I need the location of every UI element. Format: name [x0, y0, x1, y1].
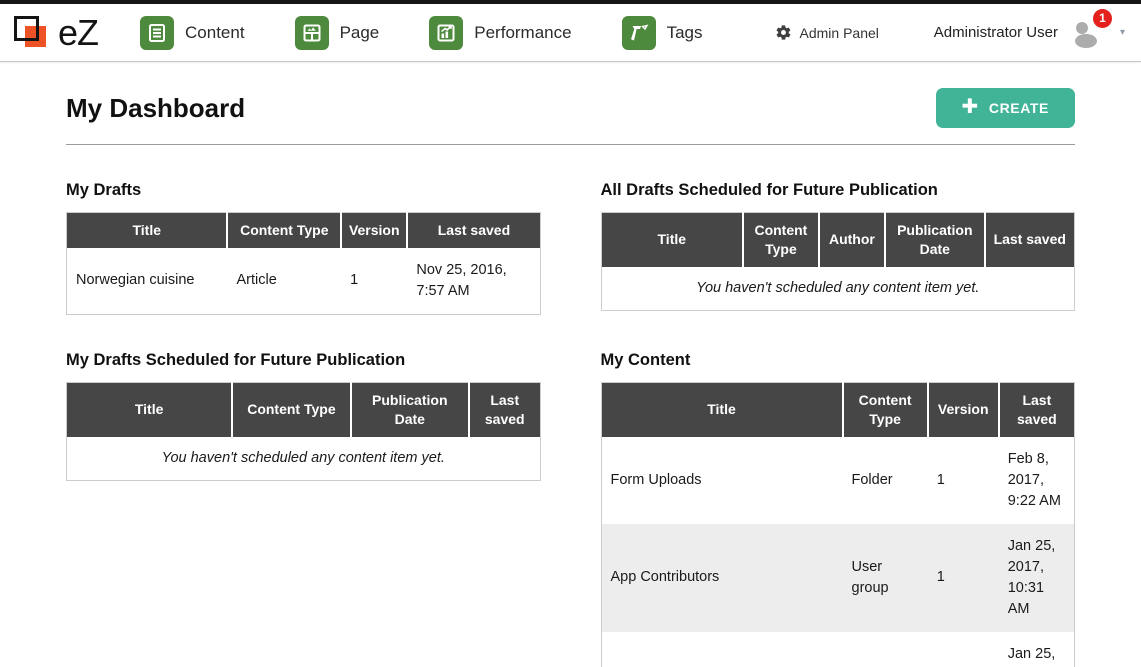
performance-icon [429, 16, 463, 50]
column-header: Version [341, 213, 407, 248]
main-nav: Content Page Performance Tags [140, 16, 703, 50]
nav-label-page: Page [340, 23, 380, 43]
column-header: Version [928, 382, 999, 436]
my-drafts-scheduled-title: My Drafts Scheduled for Future Publicati… [66, 351, 541, 370]
dashboard-grid: My Drafts TitleContent TypeVersionLast s… [66, 181, 1075, 667]
table-header-row: TitleContent TypeAuthorPublication DateL… [601, 213, 1075, 267]
ez-logo-icon [12, 13, 54, 53]
column-header: Last saved [985, 213, 1075, 267]
my-content-section: My Content TitleContent TypeVersionLast … [601, 351, 1076, 667]
nav-item-performance[interactable]: Performance [429, 16, 571, 50]
create-button-label: CREATE [989, 100, 1049, 116]
gear-icon [775, 24, 792, 41]
table-cell: Form Uploads [601, 437, 843, 524]
page-icon [295, 16, 329, 50]
column-header: Content Type [743, 213, 819, 267]
column-header: Title [601, 213, 743, 267]
dashboard-page: My Dashboard ✚ CREATE My Drafts TitleCon… [0, 62, 1141, 667]
user-name: Administrator User [934, 24, 1058, 41]
nav-label-content: Content [185, 23, 245, 43]
table-cell: App Contributors [601, 524, 843, 632]
table-row[interactable]: Norwegian cuisineArticle1Nov 25, 2016, 7… [67, 248, 541, 315]
nav-label-tags: Tags [667, 23, 703, 43]
column-header: Title [67, 382, 233, 436]
admin-panel-link[interactable]: Admin Panel [775, 24, 879, 41]
table-cell: 1 [341, 248, 407, 315]
column-header: Title [601, 382, 843, 436]
my-drafts-table: TitleContent TypeVersionLast savedNorweg… [66, 212, 541, 315]
table-cell: Folder [843, 437, 928, 524]
empty-row: You haven't scheduled any content item y… [67, 437, 541, 481]
table-cell: Users [601, 632, 843, 667]
table-cell: Jan 25, 2017, 7:58 AM [999, 632, 1075, 667]
table-cell: 1 [928, 632, 999, 667]
table-cell: 1 [928, 524, 999, 632]
column-header: Content Type [232, 382, 350, 436]
plus-icon: ✚ [962, 97, 979, 117]
column-header: Author [819, 213, 885, 267]
empty-message: You haven't scheduled any content item y… [601, 267, 1075, 311]
table-row[interactable]: UsersFolder1Jan 25, 2017, 7:58 AM [601, 632, 1075, 667]
empty-message: You haven't scheduled any content item y… [67, 437, 541, 481]
column-header: Publication Date [351, 382, 469, 436]
content-icon [140, 16, 174, 50]
empty-row: You haven't scheduled any content item y… [601, 267, 1075, 311]
title-row: My Dashboard ✚ CREATE [66, 88, 1075, 145]
table-cell: Feb 8, 2017, 9:22 AM [999, 437, 1075, 524]
table-row[interactable]: Form UploadsFolder1Feb 8, 2017, 9:22 AM [601, 437, 1075, 524]
table-row[interactable]: App ContributorsUser group1Jan 25, 2017,… [601, 524, 1075, 632]
tags-icon [622, 16, 656, 50]
page-title: My Dashboard [66, 93, 245, 124]
nav-item-content[interactable]: Content [140, 16, 245, 50]
chevron-down-icon: ▾ [1120, 27, 1125, 38]
table-header-row: TitleContent TypeVersionLast saved [601, 382, 1075, 436]
my-drafts-scheduled-section: My Drafts Scheduled for Future Publicati… [66, 351, 541, 667]
table-cell: User group [843, 524, 928, 632]
table-header-row: TitleContent TypePublication DateLast sa… [67, 382, 541, 436]
table-cell: Article [227, 248, 341, 315]
column-header: Content Type [843, 382, 928, 436]
column-header: Last saved [999, 382, 1075, 436]
nav-label-performance: Performance [474, 23, 571, 43]
nav-item-page[interactable]: Page [295, 16, 380, 50]
app-header: eZ Content Page Performance Tags [0, 4, 1141, 62]
avatar: 1 [1070, 17, 1106, 49]
table-cell: 1 [928, 437, 999, 524]
my-content-table: TitleContent TypeVersionLast savedForm U… [601, 382, 1076, 667]
create-button[interactable]: ✚ CREATE [936, 88, 1075, 128]
ez-logo[interactable]: eZ [12, 13, 98, 53]
user-menu[interactable]: Administrator User 1 ▾ [934, 17, 1125, 49]
all-drafts-scheduled-table: TitleContent TypeAuthorPublication DateL… [601, 212, 1076, 311]
my-drafts-title: My Drafts [66, 181, 541, 200]
my-content-title: My Content [601, 351, 1076, 370]
my-drafts-section: My Drafts TitleContent TypeVersionLast s… [66, 181, 541, 315]
table-cell: Norwegian cuisine [67, 248, 228, 315]
table-cell: Folder [843, 632, 928, 667]
table-header-row: TitleContent TypeVersionLast saved [67, 213, 541, 248]
my-drafts-scheduled-table: TitleContent TypePublication DateLast sa… [66, 382, 541, 481]
nav-item-tags[interactable]: Tags [622, 16, 703, 50]
table-cell: Jan 25, 2017, 10:31 AM [999, 524, 1075, 632]
column-header: Content Type [227, 213, 341, 248]
column-header: Publication Date [885, 213, 984, 267]
all-drafts-scheduled-title: All Drafts Scheduled for Future Publicat… [601, 181, 1076, 200]
table-cell: Nov 25, 2016, 7:57 AM [407, 248, 540, 315]
column-header: Last saved [469, 382, 540, 436]
column-header: Title [67, 213, 228, 248]
all-drafts-scheduled-section: All Drafts Scheduled for Future Publicat… [601, 181, 1076, 315]
ez-logo-text: eZ [58, 15, 98, 51]
column-header: Last saved [407, 213, 540, 248]
admin-panel-label: Admin Panel [800, 25, 879, 41]
notification-badge[interactable]: 1 [1093, 9, 1112, 28]
